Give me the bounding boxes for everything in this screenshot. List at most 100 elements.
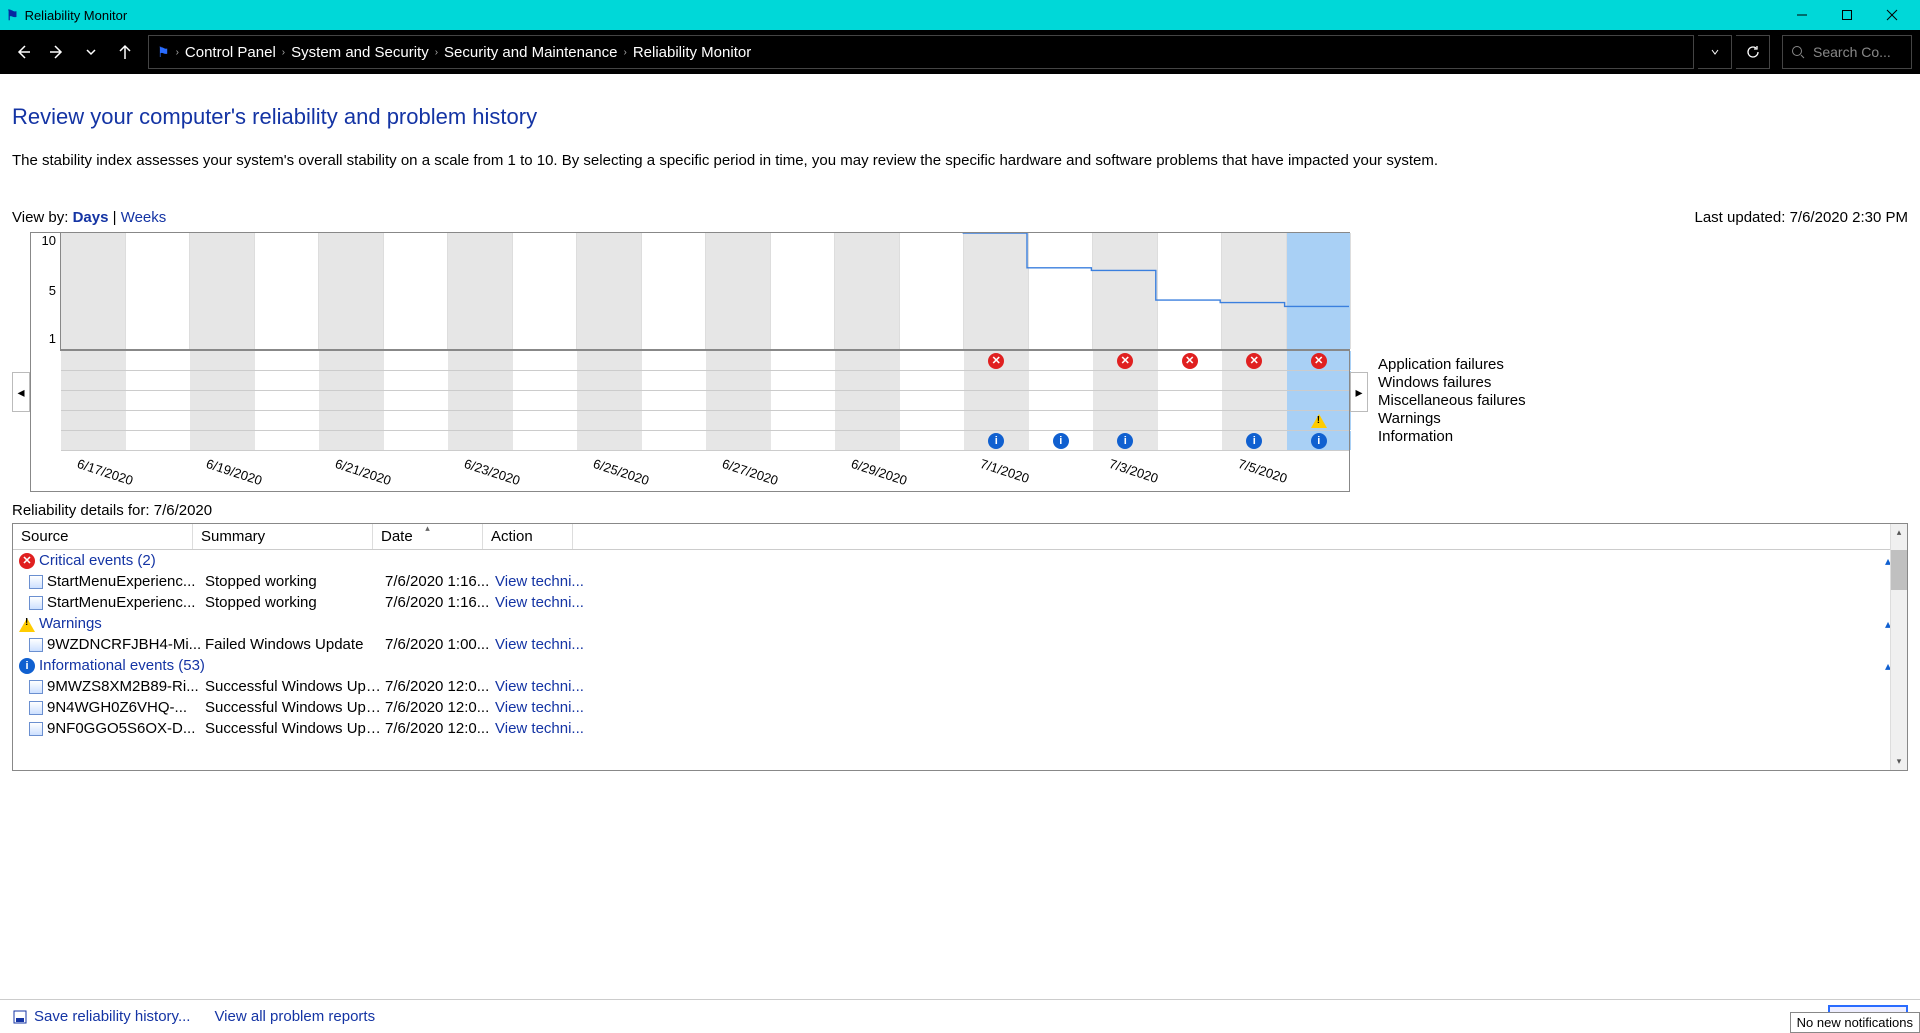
marker-cell[interactable]: [577, 391, 642, 410]
marker-cell[interactable]: [384, 411, 449, 430]
marker-cell[interactable]: [900, 431, 965, 450]
marker-cell[interactable]: [1222, 391, 1287, 410]
recent-dropdown-button[interactable]: [76, 37, 106, 67]
marker-cell[interactable]: [255, 431, 320, 450]
marker-cell[interactable]: [319, 351, 384, 370]
crumb-reliability-monitor[interactable]: Reliability Monitor: [633, 44, 751, 61]
marker-cell[interactable]: [319, 411, 384, 430]
marker-cell[interactable]: [577, 431, 642, 450]
maximize-button[interactable]: [1824, 0, 1869, 30]
breadcrumb[interactable]: ⚑ › Control Panel › System and Security …: [148, 35, 1694, 69]
marker-cell[interactable]: i: [1222, 431, 1287, 450]
marker-cell[interactable]: [835, 411, 900, 430]
search-input[interactable]: Search Co...: [1782, 35, 1912, 69]
table-row[interactable]: 9WZDNCRFJBH4-Mi... Failed Windows Update…: [13, 634, 1907, 655]
marker-cell[interactable]: [448, 351, 513, 370]
col-action[interactable]: Action: [483, 524, 573, 549]
marker-cell[interactable]: [319, 431, 384, 450]
marker-cell[interactable]: [126, 431, 191, 450]
table-row[interactable]: 9N4WGH0Z6VHQ-... Successful Windows Upd.…: [13, 697, 1907, 718]
marker-cell[interactable]: [1287, 371, 1352, 390]
marker-cell[interactable]: [1158, 411, 1223, 430]
marker-cell[interactable]: i: [1029, 431, 1094, 450]
marker-cell[interactable]: [61, 431, 126, 450]
marker-cell[interactable]: [1093, 371, 1158, 390]
marker-cell[interactable]: [642, 411, 707, 430]
view-details-link[interactable]: View techni...: [495, 573, 605, 590]
marker-cell[interactable]: [1222, 411, 1287, 430]
marker-cell[interactable]: [61, 351, 126, 370]
group-header[interactable]: ✕Critical events (2)▴: [13, 550, 1907, 571]
marker-cell[interactable]: [577, 411, 642, 430]
crumb-system-security[interactable]: System and Security: [291, 44, 429, 61]
marker-cell[interactable]: [1287, 411, 1352, 430]
marker-cell[interactable]: [642, 431, 707, 450]
marker-cell[interactable]: [126, 371, 191, 390]
marker-cell[interactable]: ✕: [1158, 351, 1223, 370]
marker-cell[interactable]: [964, 371, 1029, 390]
view-details-link[interactable]: View techni...: [495, 594, 605, 611]
marker-cell[interactable]: [513, 351, 578, 370]
marker-cell[interactable]: [190, 411, 255, 430]
marker-cell[interactable]: [577, 371, 642, 390]
marker-cell[interactable]: [1093, 391, 1158, 410]
marker-cell[interactable]: [1158, 391, 1223, 410]
marker-cell[interactable]: [255, 371, 320, 390]
marker-cell[interactable]: [255, 351, 320, 370]
marker-cell[interactable]: [900, 391, 965, 410]
close-button[interactable]: [1869, 0, 1914, 30]
marker-cell[interactable]: i: [1093, 431, 1158, 450]
table-scrollbar[interactable]: ▴ ▾: [1890, 524, 1907, 770]
view-details-link[interactable]: View techni...: [495, 636, 605, 653]
table-row[interactable]: 9MWZS8XM2B89-Ri... Successful Windows Up…: [13, 676, 1907, 697]
marker-cell[interactable]: [513, 411, 578, 430]
marker-cell[interactable]: [384, 431, 449, 450]
marker-cell[interactable]: [384, 371, 449, 390]
marker-cell[interactable]: [900, 351, 965, 370]
crumb-security-maintenance[interactable]: Security and Maintenance: [444, 44, 617, 61]
marker-cell[interactable]: [835, 431, 900, 450]
minimize-button[interactable]: [1779, 0, 1824, 30]
marker-cell[interactable]: [771, 431, 836, 450]
marker-cell[interactable]: [771, 391, 836, 410]
view-days-link[interactable]: Days: [73, 209, 109, 226]
up-button[interactable]: [110, 37, 140, 67]
marker-cell[interactable]: [1158, 431, 1223, 450]
marker-cell[interactable]: [642, 371, 707, 390]
chart-scroll-right-button[interactable]: ▸: [1350, 372, 1368, 412]
marker-cell[interactable]: [126, 391, 191, 410]
marker-cell[interactable]: [1029, 411, 1094, 430]
chart-scroll-left-button[interactable]: ◂: [12, 372, 30, 412]
marker-cell[interactable]: [61, 411, 126, 430]
col-date[interactable]: ▴Date: [373, 524, 483, 549]
marker-cell[interactable]: [771, 411, 836, 430]
marker-cell[interactable]: [319, 371, 384, 390]
scroll-down-icon[interactable]: ▾: [1891, 753, 1907, 770]
marker-cell[interactable]: [513, 391, 578, 410]
marker-cell[interactable]: ✕: [964, 351, 1029, 370]
marker-cell[interactable]: [706, 351, 771, 370]
marker-cell[interactable]: [577, 351, 642, 370]
scroll-thumb[interactable]: [1891, 550, 1907, 590]
marker-cell[interactable]: [771, 371, 836, 390]
view-weeks-link[interactable]: Weeks: [121, 209, 167, 226]
marker-cell[interactable]: ✕: [1093, 351, 1158, 370]
plot-area[interactable]: [61, 233, 1349, 351]
marker-cell[interactable]: [642, 391, 707, 410]
marker-cell[interactable]: [835, 351, 900, 370]
marker-cell[interactable]: [1287, 391, 1352, 410]
view-all-reports-link[interactable]: View all problem reports: [214, 1008, 375, 1025]
marker-cell[interactable]: [448, 371, 513, 390]
marker-cell[interactable]: [1029, 391, 1094, 410]
marker-cell[interactable]: [706, 371, 771, 390]
marker-cell[interactable]: [835, 391, 900, 410]
marker-cell[interactable]: [190, 431, 255, 450]
refresh-button[interactable]: [1736, 35, 1770, 69]
marker-cell[interactable]: [1222, 371, 1287, 390]
marker-cell[interactable]: [448, 391, 513, 410]
crumb-control-panel[interactable]: Control Panel: [185, 44, 276, 61]
table-row[interactable]: StartMenuExperienc... Stopped working 7/…: [13, 592, 1907, 613]
view-details-link[interactable]: View techni...: [495, 720, 605, 737]
marker-cell[interactable]: [126, 411, 191, 430]
col-summary[interactable]: Summary: [193, 524, 373, 549]
